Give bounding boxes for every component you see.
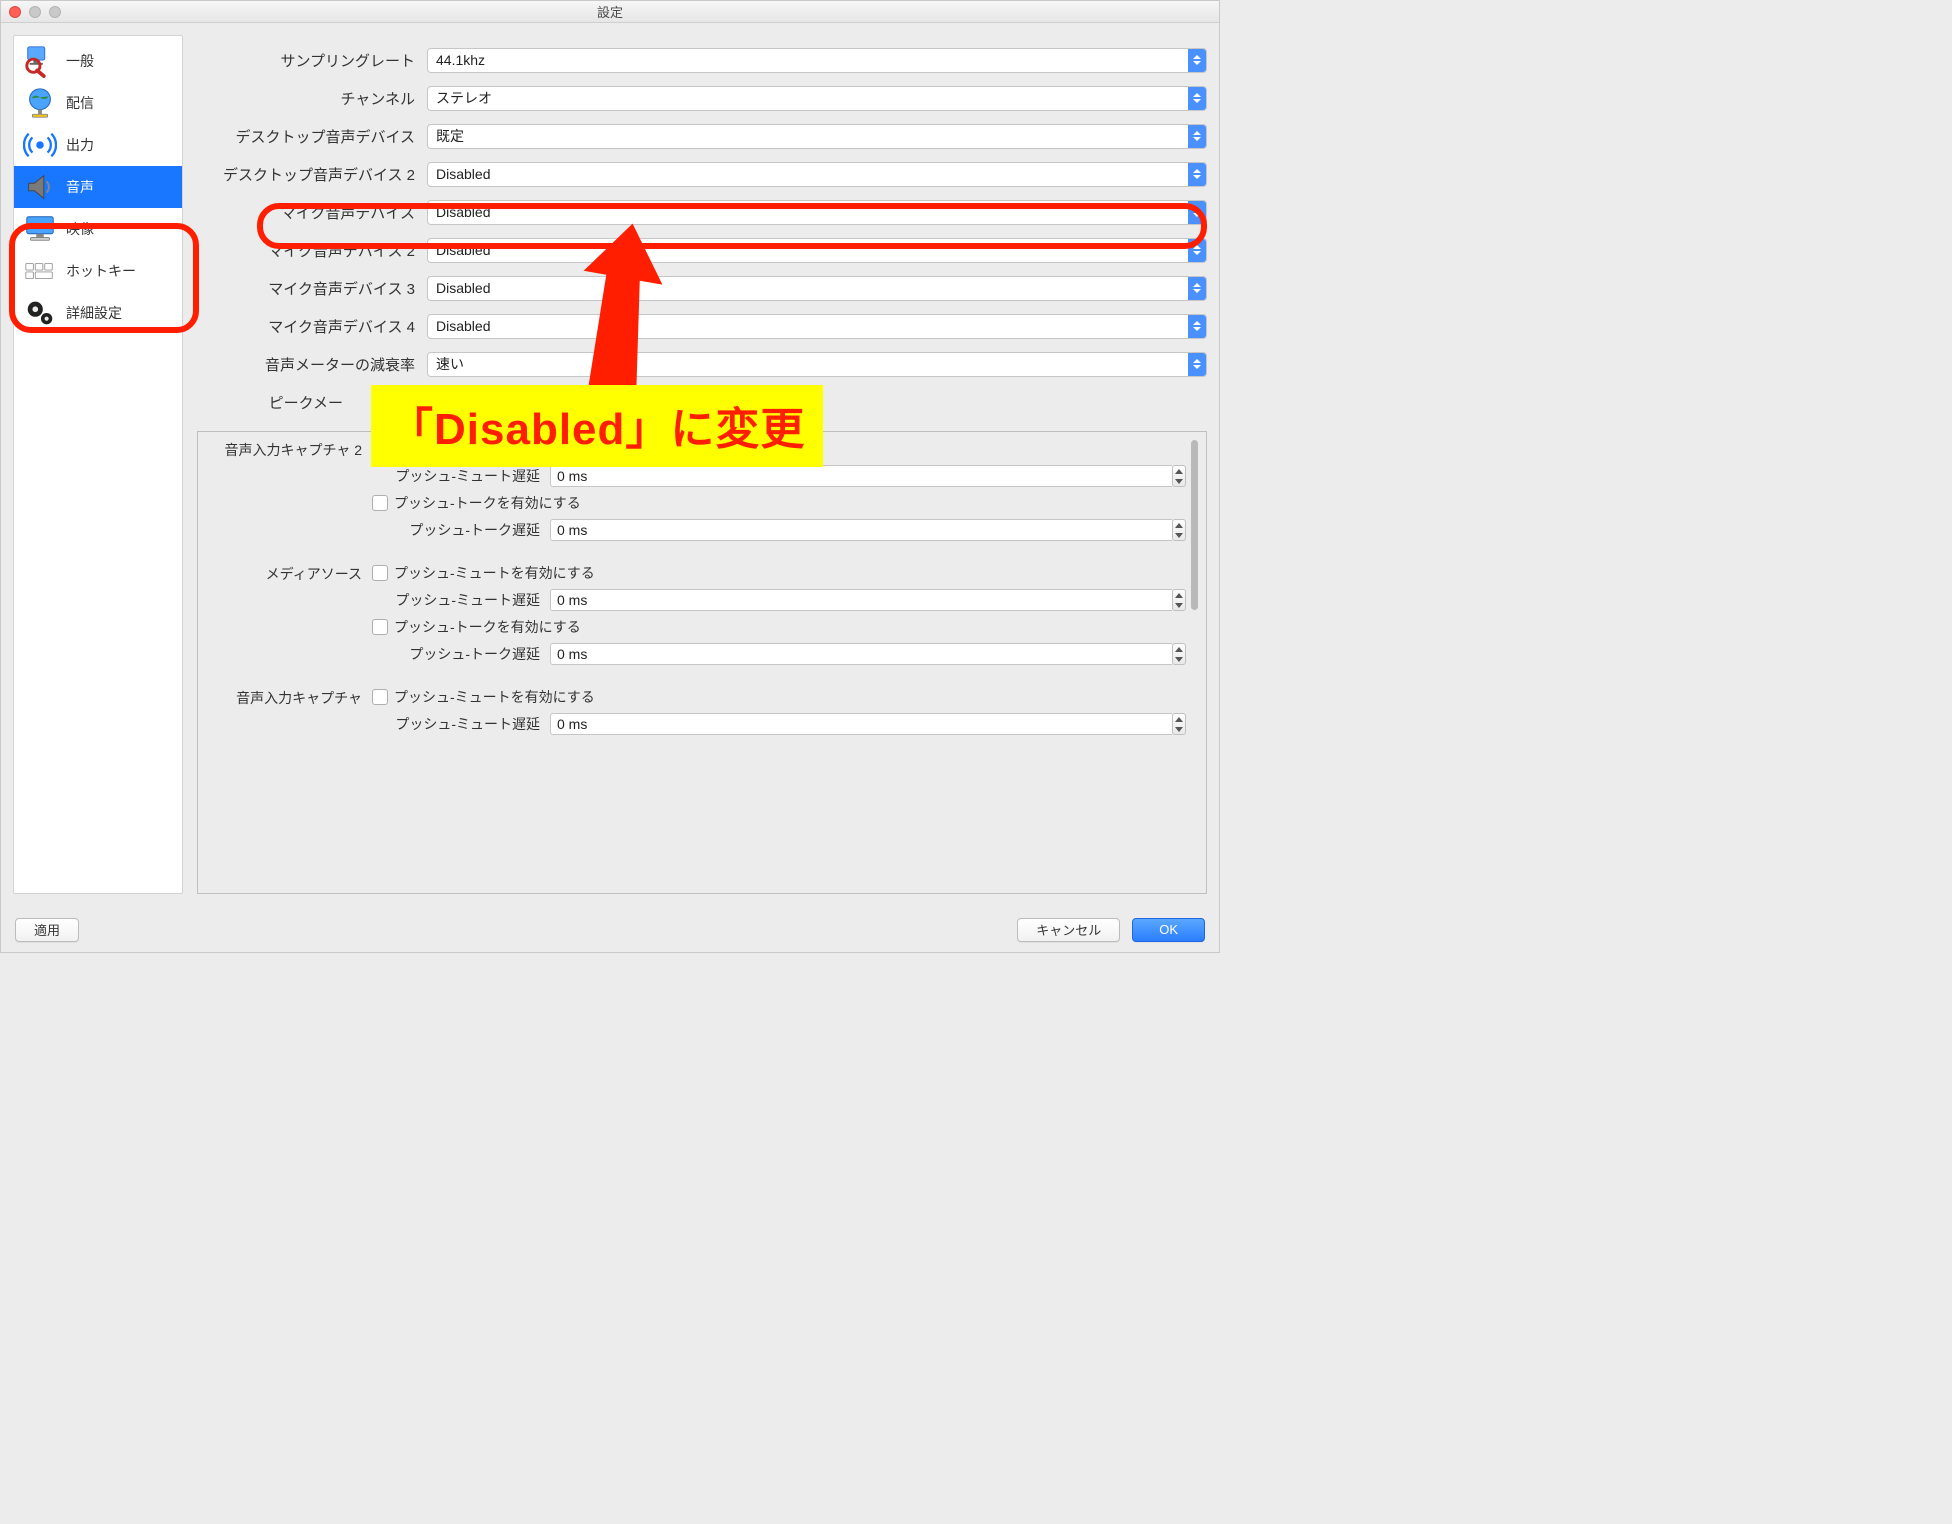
cancel-button[interactable]: キャンセル (1017, 918, 1120, 942)
speaker-icon (22, 169, 58, 205)
meter-decay-label: 音声メーターの減衰率 (197, 354, 419, 375)
sidebar-item-stream[interactable]: 配信 (14, 82, 182, 124)
desktop-audio-1-label: デスクトップ音声デバイス (197, 126, 419, 147)
sidebar-item-video[interactable]: 映像 (14, 208, 182, 250)
ok-button[interactable]: OK (1132, 918, 1205, 942)
scroll-thumb[interactable] (1191, 440, 1198, 610)
sidebar-item-label: 音声 (66, 177, 94, 197)
audio-sources-panel: 音声入力キャプチャ 2 プッシュ-ミュートを有効にする プッシュ-ミュート遅延 … (197, 431, 1207, 894)
broadcast-icon (22, 127, 58, 163)
chevron-updown-icon (1188, 353, 1206, 376)
magnifier-icon (22, 43, 58, 79)
push-talk-label: プッシュ-トークを有効にする (394, 493, 581, 513)
chevron-updown-icon (1188, 239, 1206, 262)
push-mute-delay-label: プッシュ-ミュート遅延 (372, 590, 544, 610)
sidebar-item-label: ホットキー (66, 261, 136, 281)
settings-sidebar: 一般 配信 出力 音声 (13, 35, 183, 894)
mic-audio-1-select[interactable]: Disabled (427, 200, 1207, 225)
stepper-icon[interactable] (1172, 519, 1186, 541)
chevron-updown-icon (1188, 315, 1206, 338)
meter-decay-select[interactable]: 速い (427, 352, 1207, 377)
push-mute-label: プッシュ-ミュートを有効にする (394, 439, 595, 459)
bottom-bar: 適用 キャンセル OK (1, 906, 1219, 952)
peak-meter-label: ピークメー (197, 392, 347, 413)
group-label: メディアソース (202, 560, 372, 668)
stepper-icon[interactable] (1172, 713, 1186, 735)
push-talk-delay-spinner[interactable] (550, 643, 1186, 665)
desktop-audio-2-select[interactable]: Disabled (427, 162, 1207, 187)
stepper-icon[interactable] (1172, 643, 1186, 665)
group-label: 音声入力キャプチャ (202, 684, 372, 738)
sidebar-item-label: 映像 (66, 219, 94, 239)
desktop-audio-1-select[interactable]: 既定 (427, 124, 1207, 149)
sidebar-item-general[interactable]: 一般 (14, 40, 182, 82)
push-mute-chec[interactable] (372, 441, 388, 457)
sidebar-item-output[interactable]: 出力 (14, 124, 182, 166)
chevron-updown-icon (1188, 201, 1206, 224)
sidebar-item-label: 出力 (66, 135, 94, 155)
push-mute-check[interactable] (372, 565, 388, 581)
settings-content: サンプリングレート 44.1khz チャンネル ステレオ デスクトップ音声デバイ… (197, 35, 1207, 894)
push-talk-check[interactable] (372, 619, 388, 635)
titlebar: 設定 (1, 1, 1219, 23)
desktop-audio-2-label: デスクトップ音声デバイス 2 (197, 164, 419, 185)
globe-icon (22, 85, 58, 121)
push-mute-check[interactable] (372, 689, 388, 705)
gear-icon (22, 295, 58, 331)
push-talk-delay-spinner[interactable] (550, 519, 1186, 541)
sidebar-item-label: 配信 (66, 93, 94, 113)
mic-audio-3-select[interactable]: Disabled (427, 276, 1207, 301)
stepper-icon[interactable] (1172, 589, 1186, 611)
mic-audio-2-label: マイク音声デバイス 2 (197, 240, 419, 261)
mic-audio-4-label: マイク音声デバイス 4 (197, 316, 419, 337)
keyboard-icon (22, 253, 58, 289)
push-mute-delay-spinner[interactable] (550, 465, 1186, 487)
mic-audio-3-label: マイク音声デバイス 3 (197, 278, 419, 299)
push-mute-delay-spinner[interactable] (550, 589, 1186, 611)
sidebar-item-advanced[interactable]: 詳細設定 (14, 292, 182, 334)
channel-label: チャンネル (197, 88, 419, 109)
push-mute-label: プッシュ-ミュートを有効にする (394, 687, 595, 707)
push-mute-delay-spinner[interactable] (550, 713, 1186, 735)
scrollbar[interactable] (1186, 436, 1202, 889)
chevron-updown-icon (1188, 277, 1206, 300)
sidebar-item-label: 詳細設定 (66, 303, 122, 323)
push-talk-label: プッシュ-トークを有効にする (394, 617, 581, 637)
channel-select[interactable]: ステレオ (427, 86, 1207, 111)
push-talk-delay-label: プッシュ-トーク遅延 (372, 520, 544, 540)
push-talk-delay-label: プッシュ-トーク遅延 (372, 644, 544, 664)
chevron-updown-icon (1188, 163, 1206, 186)
window-title: 設定 (1, 2, 1219, 21)
sample-rate-select[interactable]: 44.1khz (427, 48, 1207, 73)
chevron-updown-icon (1188, 87, 1206, 110)
apply-button[interactable]: 適用 (15, 918, 79, 942)
monitor-icon (22, 211, 58, 247)
settings-window: 設定 一般 配信 出力 (0, 0, 1220, 953)
sidebar-item-audio[interactable]: 音声 (14, 166, 182, 208)
mic-audio-1-label: マイク音声デバイス (197, 202, 419, 223)
chevron-updown-icon (1188, 49, 1206, 72)
push-talk-check[interactable] (372, 495, 388, 511)
push-mute-delay-label: プッシュ-ミュート遅延 (372, 466, 544, 486)
push-mute-label: プッシュ-ミュートを有効にする (394, 563, 595, 583)
group-label: 音声入力キャプチャ 2 (202, 436, 372, 544)
sidebar-item-hotkeys[interactable]: ホットキー (14, 250, 182, 292)
mic-audio-4-select[interactable]: Disabled (427, 314, 1207, 339)
mic-audio-2-select[interactable]: Disabled (427, 238, 1207, 263)
push-mute-delay-label: プッシュ-ミュート遅延 (372, 714, 544, 734)
stepper-icon[interactable] (1172, 465, 1186, 487)
sample-rate-label: サンプリングレート (197, 50, 419, 71)
chevron-updown-icon (1188, 125, 1206, 148)
sidebar-item-label: 一般 (66, 51, 94, 71)
